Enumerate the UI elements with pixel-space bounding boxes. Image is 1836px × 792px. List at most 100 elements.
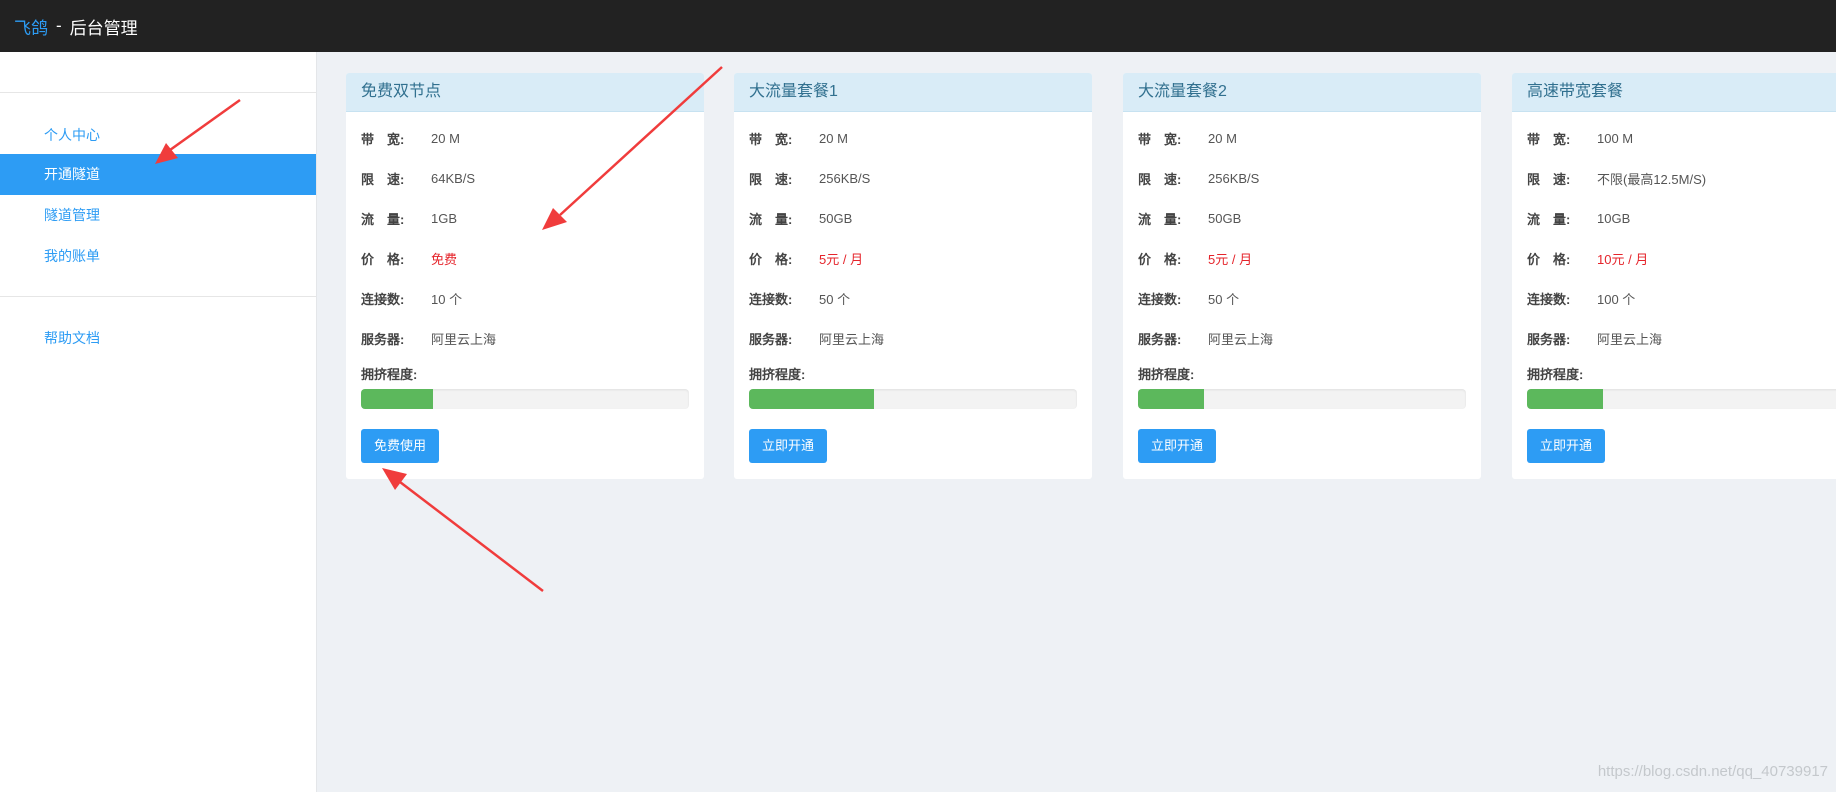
connections-value: 10 个: [431, 291, 463, 307]
app-title: 后台管理: [69, 18, 138, 38]
connections-label: 连接数:: [361, 291, 405, 307]
traffic-value: 10GB: [1597, 210, 1631, 226]
bandwidth-value: 20 M: [1208, 130, 1237, 146]
annotation-arrow: [382, 468, 544, 592]
speed-row: 限 速: 256KB/S: [749, 158, 1077, 198]
bandwidth-label: 带 宽:: [361, 131, 405, 147]
bandwidth-label: 带 宽:: [1527, 131, 1571, 147]
server-value: 阿里云上海: [819, 331, 885, 347]
brand-separator: -: [56, 16, 62, 35]
price-value: 免费: [431, 251, 458, 267]
bandwidth-row: 带 宽: 20 M: [1138, 118, 1466, 158]
sidebar-divider: [0, 92, 316, 93]
price-row: 价 格: 5元 / 月: [1138, 238, 1466, 278]
bandwidth-row: 带 宽: 20 M: [361, 118, 689, 158]
plan-title: 大流量套餐2: [1123, 73, 1481, 112]
speed-value: 256KB/S: [819, 170, 871, 186]
congestion-bar: [749, 389, 1077, 409]
plan-card: 大流量套餐2 带 宽: 20 M 限 速: 256KB/S 流 量: 50GB 价 格…: [1123, 73, 1481, 479]
connections-row: 连接数: 100 个: [1527, 278, 1836, 318]
plan-card: 大流量套餐1 带 宽: 20 M 限 速: 256KB/S 流 量: 50GB 价 格…: [734, 73, 1092, 479]
plan-card: 免费双节点 带 宽: 20 M 限 速: 64KB/S 流 量: 1GB 价 格: 免费…: [346, 73, 704, 479]
sidebar: 个人中心 开通隧道 隧道管理 我的账单 帮助文档: [0, 52, 317, 792]
server-value: 阿里云上海: [431, 331, 497, 347]
watermark: https://blog.csdn.net/qq_40739917: [1597, 763, 1828, 780]
traffic-label: 流 量:: [749, 211, 793, 227]
speed-label: 限 速:: [361, 171, 405, 187]
sidebar-item-my-bills[interactable]: 我的账单: [0, 236, 316, 277]
traffic-row: 流 量: 50GB: [749, 198, 1077, 238]
connections-row: 连接数: 50 个: [1138, 278, 1466, 318]
congestion-fill: [749, 389, 874, 409]
congestion-bar: [1138, 389, 1466, 409]
top-navbar: 飞鸽 - 后台管理: [0, 0, 1836, 52]
traffic-value: 1GB: [431, 210, 458, 226]
server-row: 服务器: 阿里云上海: [1527, 318, 1836, 358]
sidebar-item-tunnel-management[interactable]: 隧道管理: [0, 195, 316, 236]
bandwidth-label: 带 宽:: [1138, 131, 1182, 147]
speed-row: 限 速: 不限(最高12.5M/S): [1527, 158, 1836, 198]
congestion-fill: [1527, 389, 1603, 409]
server-label: 服务器:: [1527, 331, 1571, 347]
congestion-label: 拥挤程度:: [749, 367, 806, 382]
bandwidth-value: 100 M: [1597, 130, 1634, 146]
price-value: 10元 / 月: [1597, 251, 1649, 267]
congestion-label: 拥挤程度:: [1527, 367, 1584, 382]
connections-value: 50 个: [1208, 291, 1240, 307]
congestion-fill: [361, 389, 434, 409]
free-use-button[interactable]: 免费使用: [361, 429, 440, 463]
speed-label: 限 速:: [1138, 171, 1182, 187]
congestion-label: 拥挤程度:: [361, 367, 418, 382]
congestion-bar: [361, 389, 689, 409]
activate-button[interactable]: 立即开通: [749, 429, 828, 463]
connections-label: 连接数:: [1138, 291, 1182, 307]
activate-button[interactable]: 立即开通: [1527, 429, 1606, 463]
bandwidth-label: 带 宽:: [749, 131, 793, 147]
speed-label: 限 速:: [749, 171, 793, 187]
price-row: 价 格: 免费: [361, 238, 689, 278]
plan-title: 免费双节点: [346, 73, 704, 112]
speed-row: 限 速: 64KB/S: [361, 158, 689, 198]
price-row: 价 格: 10元 / 月: [1527, 238, 1836, 278]
brand-logo-text[interactable]: 飞鸽: [14, 14, 48, 39]
speed-value: 64KB/S: [431, 170, 476, 186]
traffic-label: 流 量:: [361, 211, 405, 227]
speed-value: 256KB/S: [1208, 170, 1260, 186]
traffic-row: 流 量: 10GB: [1527, 198, 1836, 238]
server-row: 服务器: 阿里云上海: [1138, 318, 1466, 358]
congestion-bar: [1527, 389, 1836, 409]
bandwidth-row: 带 宽: 20 M: [749, 118, 1077, 158]
traffic-label: 流 量:: [1527, 211, 1571, 227]
bandwidth-row: 带 宽: 100 M: [1527, 118, 1836, 158]
price-label: 价 格:: [361, 251, 405, 267]
sidebar-item-open-tunnel[interactable]: 开通隧道: [0, 154, 316, 195]
server-value: 阿里云上海: [1208, 331, 1274, 347]
price-label: 价 格:: [749, 251, 793, 267]
connections-row: 连接数: 50 个: [749, 278, 1077, 318]
price-label: 价 格:: [1527, 251, 1571, 267]
price-value: 5元 / 月: [1208, 251, 1253, 267]
server-label: 服务器:: [749, 331, 793, 347]
traffic-row: 流 量: 1GB: [361, 198, 689, 238]
speed-row: 限 速: 256KB/S: [1138, 158, 1466, 198]
server-label: 服务器:: [361, 331, 405, 347]
connections-row: 连接数: 10 个: [361, 278, 689, 318]
activate-button[interactable]: 立即开通: [1138, 429, 1217, 463]
sidebar-item-help-docs[interactable]: 帮助文档: [0, 318, 316, 359]
traffic-value: 50GB: [819, 210, 853, 226]
connections-value: 100 个: [1597, 291, 1636, 307]
traffic-label: 流 量:: [1138, 211, 1182, 227]
server-label: 服务器:: [1138, 331, 1182, 347]
speed-value: 不限(最高12.5M/S): [1597, 171, 1707, 187]
congestion-label: 拥挤程度:: [1138, 367, 1195, 382]
sidebar-divider: [0, 296, 316, 297]
price-value: 5元 / 月: [819, 251, 864, 267]
plan-card: 高速带宽套餐 带 宽: 100 M 限 速: 不限(最高12.5M/S) 流 量: 1…: [1512, 73, 1836, 479]
traffic-row: 流 量: 50GB: [1138, 198, 1466, 238]
congestion-fill: [1138, 389, 1204, 409]
price-label: 价 格:: [1138, 251, 1182, 267]
price-row: 价 格: 5元 / 月: [749, 238, 1077, 278]
speed-label: 限 速:: [1527, 171, 1571, 187]
sidebar-item-profile[interactable]: 个人中心: [0, 115, 316, 156]
server-row: 服务器: 阿里云上海: [749, 318, 1077, 358]
